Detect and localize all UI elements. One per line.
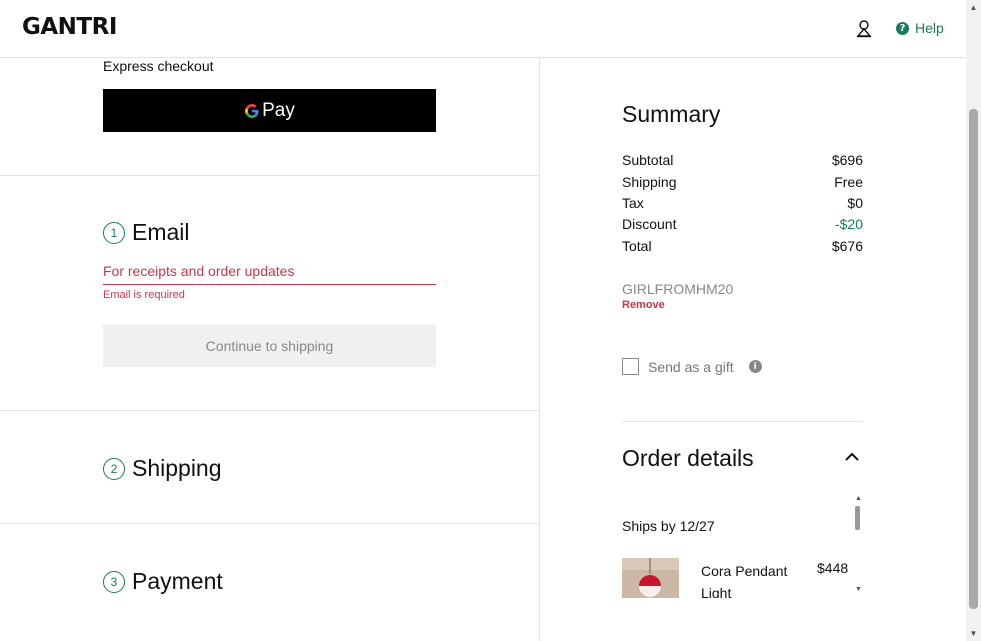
- question-circle-icon: ?: [896, 21, 909, 35]
- order-details-title[interactable]: Order details: [622, 445, 754, 472]
- section-divider: [0, 175, 539, 176]
- summary-value: Free: [834, 174, 863, 190]
- summary-label: Discount: [622, 216, 677, 232]
- page-scroll-thumb[interactable]: [969, 109, 978, 609]
- remove-promo-link[interactable]: Remove: [622, 299, 665, 311]
- summary-label: Shipping: [622, 174, 677, 190]
- summary-label: Subtotal: [622, 152, 674, 168]
- step-number-badge: 1: [103, 221, 125, 244]
- help-label: Help: [915, 20, 944, 36]
- step-title: Shipping: [132, 455, 222, 481]
- scroll-up-arrow-icon[interactable]: ▲: [855, 495, 862, 502]
- scroll-down-arrow-icon[interactable]: ▼: [855, 586, 862, 593]
- summary-title: Summary: [622, 101, 721, 127]
- help-link[interactable]: ? Help: [896, 20, 944, 36]
- summary-value: -$20: [834, 216, 863, 232]
- page-scrollbar[interactable]: ▲ ▼: [966, 0, 981, 641]
- order-items-list[interactable]: ▲ ▼ Ships by 12/27 Cora Pendant Light $4…: [622, 495, 863, 598]
- summary-row-shipping: Shipping Free: [622, 174, 863, 190]
- summary-value: $0: [847, 195, 863, 211]
- gift-checkbox[interactable]: [622, 358, 639, 375]
- step-title: Email: [132, 219, 190, 245]
- scroll-down-arrow-icon[interactable]: ▼: [966, 626, 981, 641]
- google-g-icon: [245, 103, 259, 118]
- chevron-up-icon[interactable]: [843, 448, 861, 466]
- gift-option: Send as a gift i: [622, 358, 762, 375]
- promo-code: GIRLFROMHM20: [622, 281, 734, 297]
- order-summary-panel: Summary Subtotal $696 Shipping Free Tax …: [540, 58, 966, 641]
- step-payment[interactable]: 3 Payment: [103, 568, 223, 595]
- section-divider: [0, 410, 539, 411]
- site-header: GANTRI ? Help: [0, 0, 966, 58]
- summary-row-tax: Tax $0: [622, 195, 863, 211]
- express-checkout-label: Express checkout: [103, 58, 214, 74]
- user-icon[interactable]: [855, 19, 873, 39]
- summary-row-discount: Discount -$20: [622, 216, 863, 232]
- step-email: 1 Email: [103, 219, 190, 246]
- email-input[interactable]: [103, 257, 436, 285]
- section-divider: [622, 421, 863, 422]
- summary-row-subtotal: Subtotal $696: [622, 152, 863, 168]
- pendant-lamp-image: [622, 558, 679, 598]
- step-number-badge: 2: [103, 457, 125, 480]
- step-number-badge: 3: [103, 570, 125, 593]
- checkout-steps-panel: Express checkout Pay 1 Email Email is re…: [0, 58, 540, 641]
- summary-value: $676: [831, 238, 863, 254]
- summary-label: Tax: [622, 195, 644, 211]
- summary-label: Total: [622, 238, 652, 254]
- gantri-logo[interactable]: GANTRI: [22, 14, 117, 40]
- step-title: Payment: [132, 568, 223, 594]
- scroll-up-arrow-icon[interactable]: ▲: [966, 0, 981, 15]
- email-error-message: Email is required: [103, 289, 185, 301]
- continue-to-shipping-button[interactable]: Continue to shipping: [103, 324, 436, 367]
- step-shipping[interactable]: 2 Shipping: [103, 455, 222, 482]
- product-name[interactable]: Cora Pendant Light: [701, 560, 801, 598]
- info-icon[interactable]: i: [748, 360, 762, 373]
- product-price: $448: [817, 560, 849, 576]
- order-list-scroll-thumb[interactable]: [855, 506, 860, 530]
- summary-value: $696: [831, 152, 863, 168]
- product-thumbnail[interactable]: [622, 558, 679, 598]
- google-pay-label: Pay: [262, 99, 295, 121]
- google-pay-button[interactable]: Pay: [103, 89, 436, 132]
- gift-label[interactable]: Send as a gift: [648, 359, 734, 375]
- ships-by-date: Ships by 12/27: [622, 518, 715, 534]
- section-divider: [0, 523, 539, 524]
- summary-row-total: Total $676: [622, 238, 863, 254]
